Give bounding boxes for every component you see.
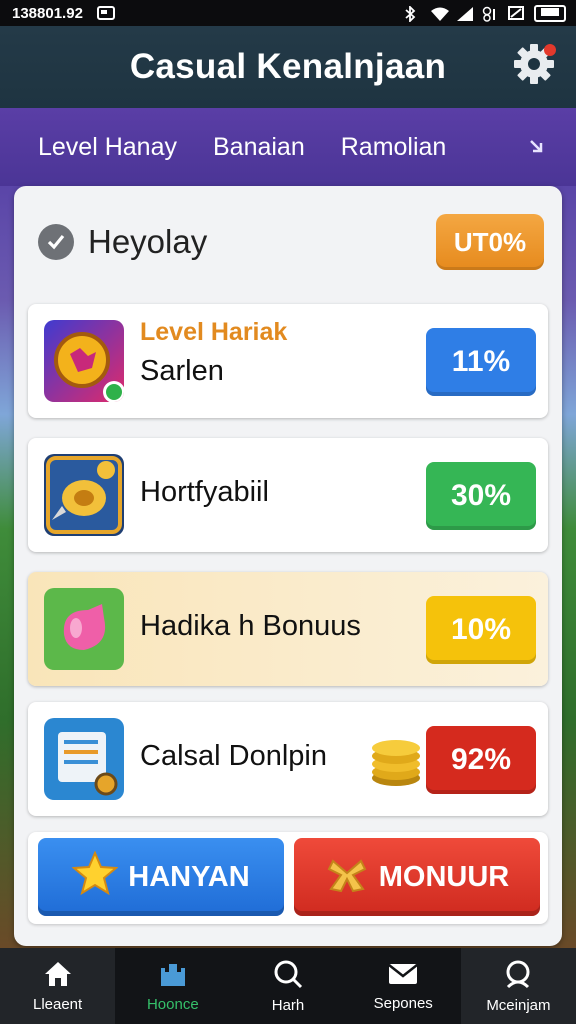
document-icon	[44, 718, 124, 800]
nav-item-harh[interactable]: Harh	[230, 948, 345, 1024]
panel-header: Heyolay UT0%	[38, 214, 544, 270]
nav-item-hoonce[interactable]: Hoonce	[115, 948, 230, 1024]
row-text: Hortfyabiil	[140, 476, 269, 509]
castle-icon	[158, 960, 188, 992]
tab-ramolian[interactable]: Ramolian	[341, 133, 447, 162]
row-title: Calsal Donlpin	[140, 740, 327, 772]
settings-button[interactable]	[510, 42, 558, 90]
ribbon-icon	[325, 851, 369, 903]
app-title: Casual Kenalnjaan	[129, 47, 447, 86]
row-text: Level Hariak Sarlen	[140, 318, 287, 388]
screenshot-icon	[508, 6, 526, 20]
monuur-button-label: MONUUR	[378, 860, 510, 893]
row-subtitle: Level Hariak	[140, 318, 288, 346]
horn-icon	[44, 454, 124, 536]
row-text: Hadika h Bonuus	[140, 610, 361, 643]
rewards-panel: Heyolay UT0% Level Hariak Sarlen 11% Hor…	[14, 186, 562, 946]
panel-title: Heyolay	[88, 223, 208, 260]
nav-label: Sepones	[373, 994, 433, 1012]
row-percent-badge[interactable]: 92%	[426, 726, 536, 794]
candy-icon	[44, 588, 124, 670]
reward-row[interactable]: Hadika h Bonuus 10%	[28, 572, 548, 686]
nav-label: Mceinjam	[486, 996, 551, 1014]
bluetooth-icon	[404, 4, 422, 24]
mail-icon	[387, 961, 419, 991]
tabs-more-arrow-icon[interactable]	[528, 134, 544, 160]
app-header: Casual Kenalnjaan	[0, 26, 576, 108]
level-badge-icon	[44, 320, 124, 402]
nav-label: Hoonce	[146, 995, 199, 1013]
search-icon	[273, 959, 303, 993]
nav-item-mceinjam[interactable]: Mceinjam	[460, 948, 576, 1024]
row-percent-badge[interactable]: 10%	[426, 596, 536, 664]
row-text: Calsal Donlpin	[140, 740, 327, 773]
gold-coins-icon	[368, 732, 424, 788]
hanyan-button-label: HANYAN	[128, 860, 250, 893]
signal-icon	[456, 6, 474, 21]
nav-label: Harh	[271, 996, 305, 1014]
battery-icon	[534, 4, 566, 22]
reward-row[interactable]: Calsal Donlpin 92%	[28, 702, 548, 816]
notification-icon	[96, 6, 115, 20]
check-circle-icon	[38, 224, 74, 260]
bottom-navigation: Lleaent Hoonce Harh Sepones Mceinjam	[0, 948, 576, 1024]
data-icon	[482, 6, 500, 22]
row-title: Hortfyabiil	[140, 476, 269, 508]
nav-item-lleaent[interactable]: Lleaent	[0, 948, 116, 1024]
status-bar: 138801.92	[0, 0, 576, 26]
row-title: Sarlen	[140, 355, 224, 387]
star-icon	[71, 850, 119, 903]
monuur-button[interactable]: MONUUR	[294, 838, 540, 916]
reward-row[interactable]: Hortfyabiil 30%	[28, 438, 548, 552]
notification-dot	[544, 44, 556, 56]
nav-item-sepones[interactable]: Sepones	[346, 948, 461, 1024]
tab-banaian[interactable]: Banaian	[213, 133, 305, 162]
hanyan-button[interactable]: HANYAN	[38, 838, 284, 916]
status-time: 138801.92	[12, 4, 83, 22]
row-percent-badge[interactable]: 11%	[426, 328, 536, 396]
profile-icon	[503, 959, 533, 993]
panel-badge[interactable]: UT0%	[436, 214, 544, 270]
home-icon	[43, 960, 73, 992]
action-buttons: HANYAN MONUUR	[28, 832, 548, 924]
wifi-icon	[430, 6, 449, 21]
row-percent-badge[interactable]: 30%	[426, 462, 536, 530]
tab-level-hanay[interactable]: Level Hanay	[38, 133, 177, 162]
reward-row[interactable]: Level Hariak Sarlen 11%	[28, 304, 548, 418]
category-tabs: Level Hanay Banaian Ramolian	[0, 108, 576, 186]
row-title: Hadika h Bonuus	[140, 610, 361, 642]
nav-label: Lleaent	[32, 995, 83, 1013]
